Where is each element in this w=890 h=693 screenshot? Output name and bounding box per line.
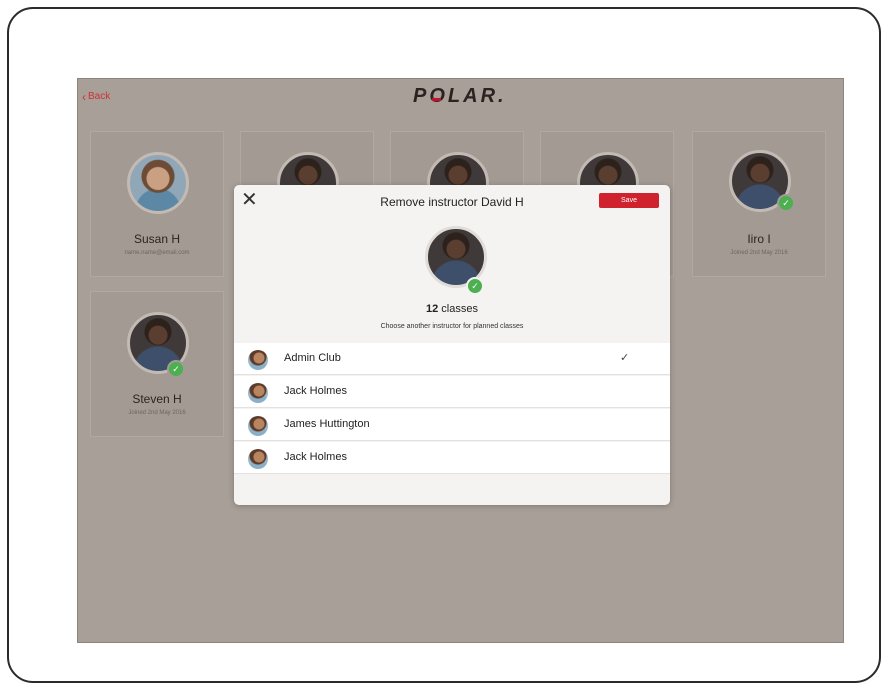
check-icon: ✓ (777, 194, 795, 212)
class-count: 12 classes (234, 303, 670, 315)
card-joined-date: Joined 2nd May 2016 (730, 250, 788, 256)
tablet-frame: ‹ Back POLAR. Susan H name.name@email.co… (7, 7, 881, 683)
back-button[interactable]: ‹ Back (82, 89, 111, 104)
instructor-card[interactable]: Susan H name.name@email.com (90, 131, 224, 277)
instructor-card[interactable]: ✓ Iiro I Joined 2nd May 2016 (692, 131, 826, 277)
list-item[interactable]: Admin Club ✓ (234, 343, 670, 375)
class-count-suffix: classes (438, 303, 478, 315)
avatar (127, 152, 189, 214)
dialog-subtitle: Choose another instructor for planned cl… (380, 323, 524, 330)
avatar (248, 416, 268, 436)
instructor-name: Jack Holmes (284, 385, 347, 397)
card-email: name.name@email.com (124, 250, 190, 256)
list-item[interactable]: James Huttington (234, 409, 670, 441)
instructor-name: James Huttington (284, 418, 370, 430)
check-icon: ✓ (466, 277, 484, 295)
top-bar: ‹ Back POLAR. (78, 79, 843, 117)
class-count-number: 12 (426, 303, 439, 315)
card-name: Susan H (133, 232, 181, 246)
avatar (248, 350, 268, 370)
list-item[interactable]: Jack Holmes (234, 442, 670, 474)
list-item[interactable]: Jack Holmes (234, 376, 670, 408)
brand-logo: POLAR. (413, 85, 507, 107)
remove-instructor-dialog: ✕ Remove instructor David H Save ✓ 12 cl… (234, 185, 670, 505)
card-joined-date: Joined 2nd May 2016 (128, 410, 186, 416)
check-icon: ✓ (167, 360, 185, 378)
card-name: Iiro I (747, 232, 771, 246)
avatar (248, 449, 268, 469)
back-label: Back (88, 91, 111, 102)
checkmark-icon: ✓ (620, 352, 630, 364)
instructor-name: Jack Holmes (284, 451, 347, 463)
instructor-list: Admin Club ✓ Jack Holmes James Huttingto… (234, 343, 670, 475)
chevron-left-icon: ‹ (82, 89, 86, 104)
instructor-name: Admin Club (284, 352, 341, 364)
instructor-card[interactable]: ✓ Steven H Joined 2nd May 2016 (90, 291, 224, 437)
avatar (248, 383, 268, 403)
card-name: Steven H (132, 392, 182, 406)
save-button[interactable]: Save (599, 193, 659, 208)
